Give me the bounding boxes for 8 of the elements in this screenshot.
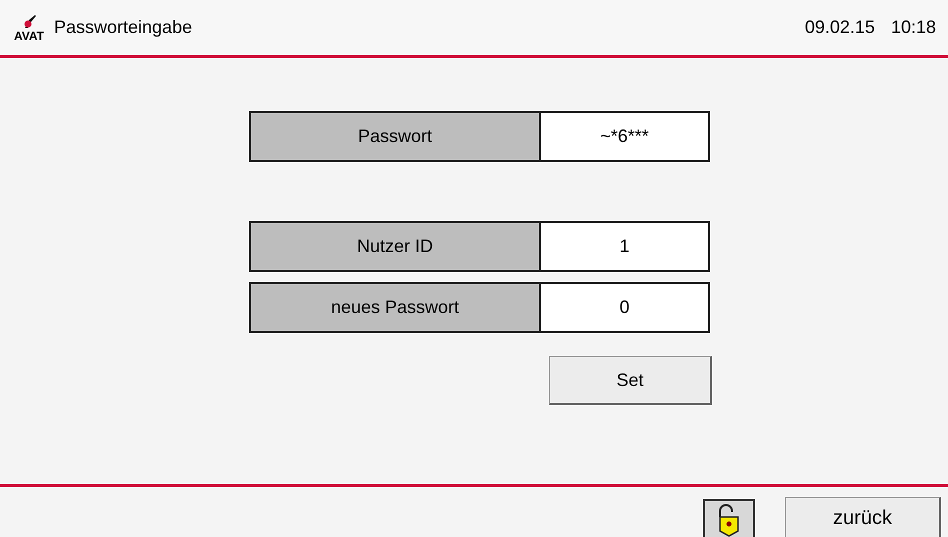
set-button[interactable]: Set: [549, 356, 712, 405]
lock-button[interactable]: [703, 499, 755, 537]
window-title: Passworteingabe: [54, 16, 192, 39]
logo-text: AVAT: [14, 30, 44, 42]
date-text: 09.02.15: [804, 16, 875, 39]
time-text: 10:18: [890, 16, 936, 39]
back-button[interactable]: zurück: [785, 497, 941, 537]
unlocked-padlock-icon: [716, 503, 742, 537]
